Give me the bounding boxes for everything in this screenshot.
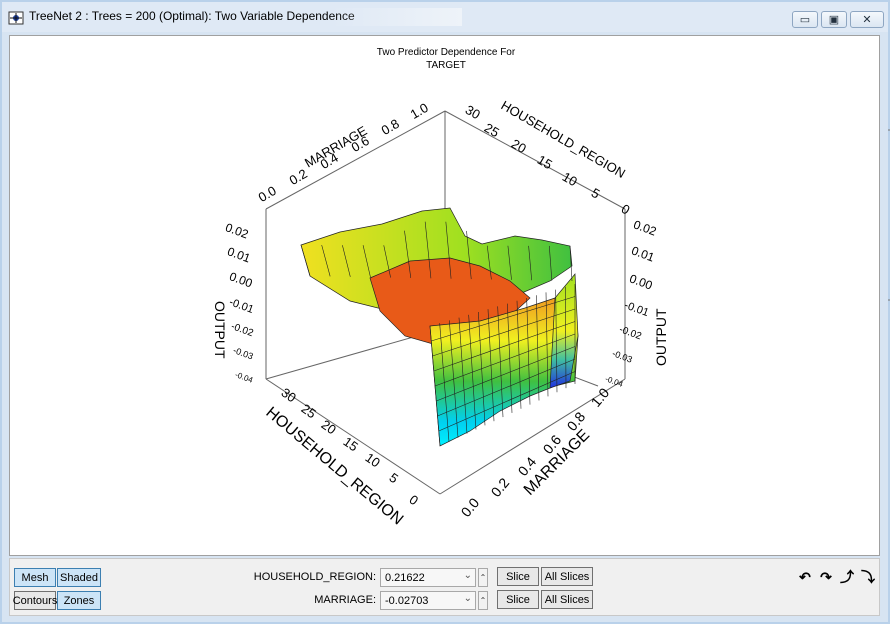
household-tick-front-1: 25 [298,401,318,422]
background-window-edge [888,129,890,301]
rotate-right-icon[interactable]: ↷ [817,568,835,586]
output-tick-left-4: -0.02 [230,321,256,339]
household-tick-front-0: 30 [278,385,298,406]
marriage-slice-label: MARRIAGE: [314,594,376,606]
household-slice-button[interactable]: Slice [497,567,539,586]
minimize-icon: ▭ [799,14,811,26]
output-tick-left-6: -0.04 [234,370,255,385]
household-tick-back-4: 10 [560,169,580,189]
output-tick-right-3: -0.01 [623,299,651,319]
app-icon [8,11,24,25]
main-window: TreeNet 2 : Trees = 200 (Optimal): Two V… [0,0,890,624]
household-tick-front-4: 10 [362,450,382,471]
household-tick-back-0: 30 [463,102,483,122]
marriage-tick-back-5: 1.0 [408,100,431,122]
marriage-tick-front-0: 0.0 [457,495,482,520]
surface-mesh [300,207,579,447]
household-tick-back-5: 5 [589,185,603,202]
household-tick-back-2: 20 [509,136,529,156]
control-panel: Mesh Shaded Contours Zones HOUSEHOLD_REG… [9,558,880,616]
output-tick-right-6: -0.04 [604,374,625,389]
output-axis-label-left: OUTPUT [212,301,228,359]
household-spin-button[interactable]: ⌃ [478,568,488,587]
marriage-slice-button[interactable]: Slice [497,590,539,609]
household-slice-label: HOUSEHOLD_REGION: [253,571,376,583]
rotate-up-icon[interactable]: ⤴ [838,568,856,586]
output-axis-label-right: OUTPUT [653,308,669,366]
chart-subtitle: TARGET [426,60,466,71]
marriage-all-slices-button[interactable]: All Slices [541,590,593,609]
output-tick-right-4: -0.02 [618,324,644,342]
shaded-button[interactable]: Shaded [57,568,101,587]
maximize-button[interactable]: ▣ [821,11,847,28]
surface-plot[interactable]: Two Predictor Dependence For TARGET 0.0 … [10,36,879,555]
maximize-icon: ▣ [828,14,840,26]
chevron-down-icon: ⌄ [463,593,472,604]
marriage-tick-front-1: 0.2 [487,475,512,500]
output-tick-left-2: 0.00 [228,269,255,290]
rotate-left-icon[interactable]: ↶ [796,568,814,586]
marriage-tick-front-5: 1.0 [587,385,612,410]
household-tick-back-6: 0 [619,201,633,218]
output-tick-right-1: 0.01 [630,243,657,264]
household-all-slices-button[interactable]: All Slices [541,567,593,586]
household-tick-front-6: 0 [406,492,421,508]
household-tick-front-2: 20 [318,417,338,438]
plot-area[interactable]: Two Predictor Dependence For TARGET 0.0 … [9,35,880,556]
household-slice-select[interactable]: 0.21622 ⌄ [380,568,476,587]
rotate-down-icon[interactable]: ⤵ [859,568,877,586]
output-tick-left-1: 0.01 [226,244,253,265]
output-tick-left-0: 0.02 [224,220,251,241]
marriage-spin-button[interactable]: ⌃ [478,591,488,610]
close-button[interactable]: ✕ [850,11,884,28]
output-tick-left-3: -0.01 [228,296,256,316]
household-tick-back-1: 25 [482,120,502,140]
household-tick-front-3: 15 [340,434,360,455]
household-tick-front-5: 5 [386,470,401,486]
mesh-button[interactable]: Mesh [14,568,56,587]
title-bar[interactable]: TreeNet 2 : Trees = 200 (Optimal): Two V… [2,2,888,32]
zones-button[interactable]: Zones [57,591,101,610]
title-fade [332,8,462,26]
household-slice-value: 0.21622 [385,571,425,584]
output-tick-left-5: -0.03 [232,345,255,361]
contours-button[interactable]: Contours [13,591,57,610]
close-icon: ✕ [862,14,872,26]
chevron-down-icon: ⌄ [463,570,472,581]
marriage-slice-select[interactable]: -0.02703 ⌄ [380,591,476,610]
output-tick-right-5: -0.03 [611,348,634,364]
marriage-tick-back-4: 0.8 [379,116,402,138]
marriage-tick-back-0: 0.0 [256,183,279,205]
marriage-slice-value: -0.02703 [385,594,429,607]
output-tick-right-0: 0.02 [632,217,659,238]
minimize-button[interactable]: ▭ [792,11,818,28]
output-tick-right-2: 0.00 [628,271,655,292]
chart-title: Two Predictor Dependence For [377,47,516,58]
window-title: TreeNet 2 : Trees = 200 (Optimal): Two V… [29,9,355,23]
marriage-tick-back-1: 0.2 [287,166,310,188]
